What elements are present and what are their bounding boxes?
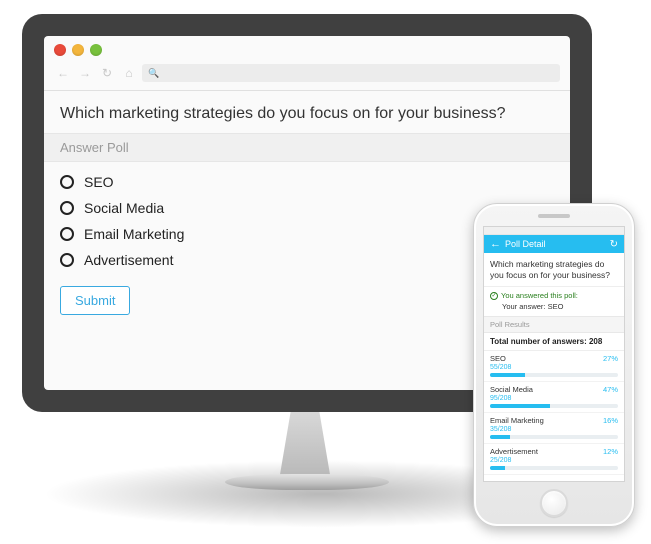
- result-label: Email Marketing: [490, 416, 544, 425]
- forward-button[interactable]: →: [76, 65, 94, 81]
- monitor-stand-neck: [265, 412, 345, 478]
- phone-body: Which marketing strategies do you focus …: [484, 253, 624, 481]
- home-button[interactable]: ⌂: [120, 65, 138, 81]
- radio-icon: [60, 227, 74, 241]
- option-label: Advertisement: [84, 252, 173, 268]
- result-row: Social Media 47%95/208: [484, 382, 624, 413]
- progress-track: [490, 373, 618, 377]
- phone-statusbar: [484, 227, 624, 235]
- answer-poll-section-label: Answer Poll: [44, 133, 570, 162]
- result-count: 25/208: [490, 457, 618, 464]
- result-row: Advertisement 12%25/208: [484, 444, 624, 475]
- progress-fill: [490, 373, 525, 377]
- option-label: SEO: [84, 174, 114, 190]
- phone-navbar: ← Poll Detail ↻: [484, 235, 624, 253]
- total-answers: Total number of answers: 208: [484, 333, 624, 351]
- phone-home-button[interactable]: [540, 489, 568, 517]
- answered-label: You answered this poll:: [501, 291, 578, 300]
- result-count: 95/208: [490, 395, 618, 402]
- radio-icon: [60, 201, 74, 215]
- back-icon[interactable]: ←: [490, 238, 501, 250]
- result-count: 55/208: [490, 364, 618, 371]
- progress-track: [490, 466, 618, 470]
- progress-track: [490, 404, 618, 408]
- option-label: Email Marketing: [84, 226, 184, 242]
- result-count: 35/208: [490, 426, 618, 433]
- phone-poll-question: Which marketing strategies do you focus …: [484, 253, 624, 287]
- phone-screen: ← Poll Detail ↻ Which marketing strategi…: [483, 226, 625, 482]
- window-close-dot[interactable]: [54, 44, 66, 56]
- poll-results-section-label: Poll Results: [484, 316, 624, 333]
- result-percent: 27%: [603, 354, 618, 363]
- result-label: SEO: [490, 354, 506, 363]
- option-label: Social Media: [84, 200, 164, 216]
- total-prefix: Total number of answers:: [490, 337, 589, 346]
- your-answer: Your answer: SEO: [484, 302, 624, 316]
- poll-question: Which marketing strategies do you focus …: [44, 91, 570, 133]
- result-row: SEO 27%55/208: [484, 351, 624, 382]
- your-answer-value: SEO: [548, 302, 564, 311]
- progress-track: [490, 435, 618, 439]
- address-bar[interactable]: 🔍: [142, 64, 560, 82]
- progress-fill: [490, 466, 505, 470]
- window-titlebar: [44, 36, 570, 64]
- progress-fill: [490, 404, 550, 408]
- browser-toolbar: ← → ↻ ⌂ 🔍: [44, 64, 570, 91]
- monitor-stand-base: [225, 474, 389, 490]
- phone-frame: ← Poll Detail ↻ Which marketing strategi…: [473, 203, 635, 527]
- radio-icon: [60, 175, 74, 189]
- result-percent: 47%: [603, 385, 618, 394]
- result-percent: 12%: [603, 447, 618, 456]
- refresh-button[interactable]: ↻: [98, 65, 116, 81]
- result-label: Advertisement: [490, 447, 538, 456]
- nav-title: Poll Detail: [505, 239, 546, 249]
- result-percent: 16%: [603, 416, 618, 425]
- option-seo[interactable]: SEO: [60, 174, 554, 190]
- check-icon: ✓: [490, 292, 498, 300]
- phone-speaker: [538, 214, 570, 218]
- back-button[interactable]: ←: [54, 65, 72, 81]
- window-minimize-dot[interactable]: [72, 44, 84, 56]
- progress-fill: [490, 435, 510, 439]
- results-list: SEO 27%55/208 Social Media 47%95/208 Email M…: [484, 351, 624, 475]
- answered-banner: ✓ You answered this poll:: [484, 287, 624, 302]
- total-value: 208: [589, 337, 602, 346]
- result-label: Social Media: [490, 385, 533, 394]
- window-zoom-dot[interactable]: [90, 44, 102, 56]
- search-icon: 🔍: [148, 68, 159, 79]
- submit-button[interactable]: Submit: [60, 286, 130, 315]
- radio-icon: [60, 253, 74, 267]
- refresh-icon[interactable]: ↻: [610, 239, 618, 250]
- result-row: Email Marketing 16%35/208: [484, 413, 624, 444]
- your-answer-prefix: Your answer:: [502, 302, 548, 311]
